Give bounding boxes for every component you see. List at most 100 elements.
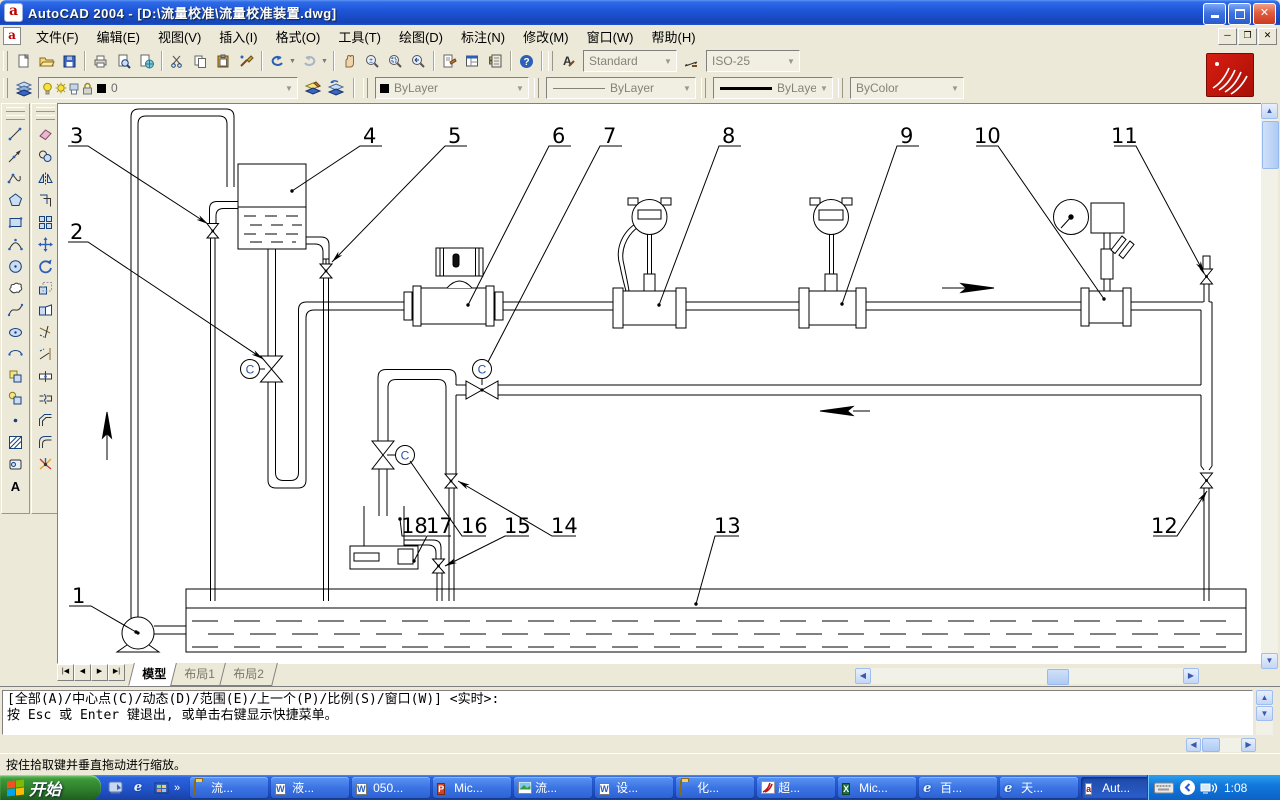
redo-button[interactable] bbox=[298, 50, 321, 73]
print-preview-button[interactable] bbox=[112, 50, 135, 73]
taskbar-button-folder[interactable]: 流... bbox=[190, 777, 268, 798]
menu-help[interactable]: 帮助(H) bbox=[643, 24, 705, 49]
command-history[interactable]: [全部(A)/中心点(C)/动态(D)/范围(E)/上一个(P)/比例(S)/窗… bbox=[2, 690, 1253, 735]
taskbar-button-folder[interactable]: 化... bbox=[676, 777, 754, 798]
tab-last-button[interactable]: ▶| bbox=[108, 664, 125, 681]
properties-button[interactable] bbox=[438, 50, 461, 73]
mdi-restore-button[interactable]: ❐ bbox=[1238, 28, 1257, 45]
menu-format[interactable]: 格式(O) bbox=[267, 24, 330, 49]
layers-button[interactable] bbox=[12, 77, 35, 100]
pan-button[interactable] bbox=[338, 50, 361, 73]
tab-layout2[interactable]: 布局2 bbox=[219, 663, 277, 686]
match-properties-button[interactable] bbox=[235, 50, 258, 73]
zoom-window-button[interactable] bbox=[384, 50, 407, 73]
taskbar-button-word[interactable]: W液... bbox=[271, 777, 349, 798]
menu-tools[interactable]: 工具(T) bbox=[329, 24, 390, 49]
command-vertical-scrollbar[interactable]: ▲ ▼ bbox=[1256, 690, 1273, 735]
internet-explorer-icon[interactable]: e bbox=[129, 779, 147, 797]
draw-arc-button[interactable] bbox=[4, 233, 28, 255]
media-player-icon[interactable] bbox=[152, 779, 170, 797]
trim-button[interactable] bbox=[34, 321, 58, 343]
menu-modify[interactable]: 修改(M) bbox=[514, 24, 578, 49]
command-horizontal-scrollbar[interactable]: ◀ ▶ bbox=[1186, 738, 1256, 752]
copy-object-button[interactable] bbox=[34, 145, 58, 167]
toolbar-grip[interactable] bbox=[3, 51, 8, 71]
designcenter-button[interactable] bbox=[461, 50, 484, 73]
tab-next-button[interactable]: ▶ bbox=[91, 664, 108, 681]
scroll-right-button[interactable]: ▶ bbox=[1183, 668, 1199, 684]
quick-launch-overflow-chevron[interactable]: » bbox=[174, 782, 180, 794]
scroll-right-button[interactable]: ▶ bbox=[1241, 738, 1256, 752]
toolbar-grip[interactable] bbox=[3, 78, 8, 98]
draw-spline-button[interactable] bbox=[4, 299, 28, 321]
new-button[interactable] bbox=[12, 50, 35, 73]
lineweight-combobox[interactable]: ByLayer ▼ bbox=[713, 77, 833, 99]
menu-dimension[interactable]: 标注(N) bbox=[452, 24, 514, 49]
show-desktop-icon[interactable] bbox=[106, 779, 124, 797]
tab-first-button[interactable]: |◀ bbox=[57, 664, 74, 681]
chevron-down-icon[interactable]: ▼ bbox=[783, 57, 799, 66]
menu-draw[interactable]: 绘图(D) bbox=[390, 24, 452, 49]
tool-palettes-button[interactable] bbox=[484, 50, 507, 73]
toolbar-grip[interactable] bbox=[701, 78, 706, 98]
mdi-minimize-button[interactable]: ─ bbox=[1218, 28, 1237, 45]
toolbar-grip[interactable] bbox=[548, 51, 553, 71]
taskbar-button-ie[interactable]: e百... bbox=[919, 777, 997, 798]
vertical-scroll-thumb[interactable] bbox=[1262, 121, 1279, 169]
mdi-document-icon[interactable]: a bbox=[3, 27, 21, 45]
help-button[interactable]: ? bbox=[515, 50, 538, 73]
undo-dropdown[interactable]: ▼ bbox=[289, 50, 298, 73]
insert-block-button[interactable] bbox=[4, 365, 28, 387]
plotstyle-combobox[interactable]: ByColor ▼ bbox=[850, 77, 964, 99]
redo-dropdown[interactable]: ▼ bbox=[321, 50, 330, 73]
zoom-realtime-button[interactable]: ± bbox=[361, 50, 384, 73]
layer-previous-button[interactable] bbox=[324, 77, 347, 100]
hatch-button[interactable] bbox=[4, 431, 28, 453]
keyboard-icon[interactable] bbox=[1154, 781, 1174, 795]
move-button[interactable] bbox=[34, 233, 58, 255]
canvas-horizontal-scrollbar[interactable]: ◀ ▶ bbox=[855, 668, 1199, 684]
taskbar-button-excel[interactable]: XMic... bbox=[838, 777, 916, 798]
toolbar-grip[interactable] bbox=[363, 78, 368, 98]
menu-file[interactable]: 文件(F) bbox=[27, 24, 88, 49]
paste-button[interactable] bbox=[212, 50, 235, 73]
command-window[interactable]: [全部(A)/中心点(C)/动态(D)/范围(E)/上一个(P)/比例(S)/窗… bbox=[0, 686, 1280, 754]
dim-style-icon[interactable] bbox=[680, 50, 703, 73]
color-combobox[interactable]: ByLayer ▼ bbox=[375, 77, 529, 99]
dim-style-combobox[interactable]: ISO-25 ▼ bbox=[706, 50, 800, 72]
chevron-down-icon[interactable]: ▼ bbox=[816, 84, 832, 93]
open-button[interactable] bbox=[35, 50, 58, 73]
taskbar-button-image[interactable]: 流... bbox=[514, 777, 592, 798]
chevron-down-icon[interactable]: ▼ bbox=[512, 84, 528, 93]
undo-button[interactable] bbox=[266, 50, 289, 73]
horizontal-scroll-thumb[interactable] bbox=[1047, 669, 1069, 685]
region-button[interactable] bbox=[4, 453, 28, 475]
draw-ellipse-arc-button[interactable] bbox=[4, 343, 28, 365]
mdi-close-button[interactable]: ✕ bbox=[1258, 28, 1277, 45]
drawing-canvas[interactable]: C C C bbox=[57, 103, 1262, 664]
scroll-down-button[interactable]: ▼ bbox=[1256, 706, 1273, 721]
chevron-down-icon[interactable]: ▼ bbox=[281, 84, 297, 93]
scroll-up-button[interactable]: ▲ bbox=[1261, 103, 1278, 119]
chevron-down-icon[interactable]: ▼ bbox=[660, 57, 676, 66]
toolbar-grip[interactable] bbox=[534, 78, 539, 98]
taskbar-button-word[interactable]: W设... bbox=[595, 777, 673, 798]
chevron-down-icon[interactable]: ▼ bbox=[947, 84, 963, 93]
minimize-button[interactable] bbox=[1203, 3, 1226, 25]
maximize-button[interactable] bbox=[1228, 3, 1251, 25]
network-volume-icon[interactable] bbox=[1200, 781, 1218, 795]
make-layer-current-button[interactable] bbox=[301, 77, 324, 100]
scroll-left-button[interactable]: ◀ bbox=[855, 668, 871, 684]
publish-button[interactable] bbox=[135, 50, 158, 73]
clock[interactable]: 1:08 bbox=[1224, 781, 1247, 795]
scale-button[interactable] bbox=[34, 277, 58, 299]
collapse-tray-chevron[interactable] bbox=[1179, 779, 1196, 796]
text-button[interactable]: A bbox=[4, 475, 28, 497]
menu-edit[interactable]: 编辑(E) bbox=[88, 24, 149, 49]
tab-prev-button[interactable]: ◀ bbox=[74, 664, 91, 681]
start-button[interactable]: 开始 bbox=[0, 775, 101, 800]
make-block-button[interactable] bbox=[4, 387, 28, 409]
scroll-up-button[interactable]: ▲ bbox=[1256, 690, 1273, 705]
print-button[interactable] bbox=[89, 50, 112, 73]
taskbar-button-word[interactable]: W050... bbox=[352, 777, 430, 798]
